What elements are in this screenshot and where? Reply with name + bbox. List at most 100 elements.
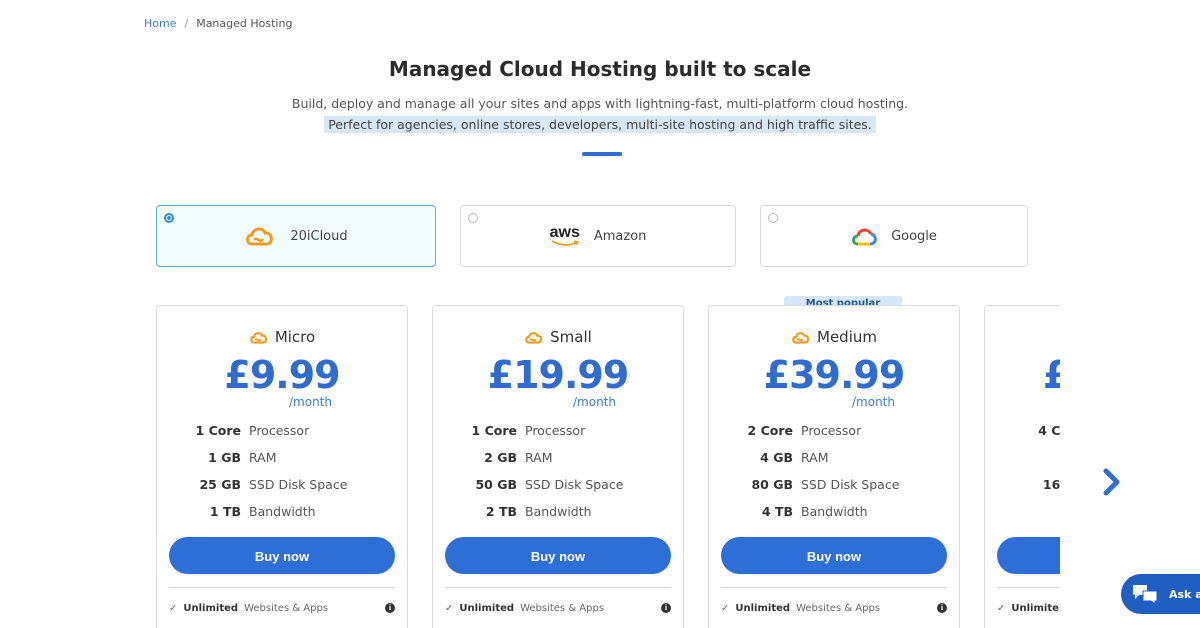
- feature-row: ✓ Unlimite: [997, 603, 1060, 614]
- breadcrumb-current: Managed Hosting: [196, 17, 293, 30]
- provider-radio-google[interactable]: [768, 213, 778, 223]
- spec-row: 4 TB Bandwidth: [709, 504, 959, 519]
- divider: [445, 587, 671, 588]
- spec-row: 1 GB RAM: [157, 450, 407, 465]
- divider: [169, 587, 395, 588]
- spec-value: 4 GB: [760, 450, 793, 465]
- provider-option-20icloud[interactable]: 20iCloud: [156, 205, 436, 267]
- spec-value: 2 TB: [485, 504, 517, 519]
- divider: [997, 587, 1060, 588]
- feature-text: Websites & Apps: [520, 603, 605, 614]
- spec-value: 8: [985, 450, 1060, 465]
- provider-label-20icloud: 20iCloud: [290, 228, 348, 244]
- 20i-cloud-icon: [525, 331, 543, 344]
- plan-price: £: [1043, 353, 1060, 397]
- breadcrumb: Home / Managed Hosting: [144, 17, 292, 30]
- spec-value: 4 TB: [761, 504, 793, 519]
- spec-value: 2 Core: [747, 423, 793, 438]
- plan-name-label: Medium: [817, 328, 877, 346]
- spec-value: 1 Core: [471, 423, 517, 438]
- aws-logo-text: aws: [549, 223, 580, 241]
- plan-name: Micro: [157, 328, 407, 346]
- spec-row: 160: [985, 477, 1060, 492]
- feature-text: Websites & Apps: [244, 603, 329, 614]
- buy-now-button[interactable]: Buy now: [445, 537, 671, 574]
- check-icon: ✓: [997, 603, 1006, 614]
- spec-label: Bandwidth: [525, 504, 592, 519]
- chat-widget-label: Ask a: [1169, 587, 1200, 601]
- spec-value: 50 GB: [475, 477, 517, 492]
- spec-label: SSD Disk Space: [525, 477, 624, 492]
- spec-label: RAM: [525, 450, 553, 465]
- plan-price: £39.99: [763, 353, 906, 397]
- plan-name: Medium: [709, 328, 959, 346]
- plan-card-medium: Medium £39.99 /month 2 Core Processor 4 G…: [708, 305, 960, 628]
- plan-card-large-partial: £ 4 Co 8 160 5 ✓ Unlimite: [984, 305, 1060, 628]
- spec-value: 5: [985, 504, 1060, 519]
- feature-row: ✓ Unlimited Websites & Apps: [169, 603, 395, 614]
- 20i-cloud-icon: [246, 227, 274, 246]
- spec-row: 1 TB Bandwidth: [157, 504, 407, 519]
- provider-option-amazon[interactable]: aws Amazon: [460, 205, 736, 267]
- plan-period: /month: [573, 395, 616, 409]
- check-icon: ✓: [169, 603, 178, 614]
- buy-now-button[interactable]: Buy now: [721, 537, 947, 574]
- carousel-next-arrow-icon[interactable]: [1101, 468, 1123, 496]
- feature-row: ✓ Unlimited Websites & Apps: [445, 603, 671, 614]
- feature-text: Websites & Apps: [796, 603, 881, 614]
- page-subtitle-highlight: Perfect for agencies, online stores, dev…: [324, 116, 876, 133]
- spec-value: 1 GB: [208, 450, 241, 465]
- breadcrumb-home-link[interactable]: Home: [144, 17, 176, 30]
- spec-label: Processor: [525, 423, 586, 438]
- spec-label: SSD Disk Space: [801, 477, 900, 492]
- feature-bold: Unlimited: [183, 603, 239, 614]
- spec-row: 4 GB RAM: [709, 450, 959, 465]
- info-icon[interactable]: i: [385, 603, 395, 613]
- spec-row: 8: [985, 450, 1060, 465]
- plan-price: £9.99: [224, 353, 340, 397]
- buy-now-button[interactable]: [997, 537, 1060, 574]
- 20i-cloud-icon: [249, 331, 267, 344]
- spec-row: 50 GB SSD Disk Space: [433, 477, 683, 492]
- check-icon: ✓: [445, 603, 454, 614]
- plan-price: £19.99: [487, 353, 630, 397]
- page-subtitle-line-2: Perfect for agencies, online stores, dev…: [0, 116, 1200, 133]
- provider-option-google[interactable]: Google: [760, 205, 1028, 267]
- provider-radio-amazon[interactable]: [468, 213, 478, 223]
- chat-widget-button[interactable]: Ask a: [1121, 574, 1200, 614]
- spec-value: 4 Co: [1038, 423, 1060, 438]
- provider-label-amazon: Amazon: [593, 228, 647, 244]
- page-title: Managed Cloud Hosting built to scale: [388, 57, 812, 81]
- feature-bold: Unlimited: [735, 603, 791, 614]
- chat-bubble-icon: [1133, 585, 1158, 605]
- feature-bold: Unlimited: [459, 603, 515, 614]
- spec-label: Bandwidth: [801, 504, 868, 519]
- spec-label: Processor: [249, 423, 310, 438]
- plan-card-micro: Micro £9.99 /month 1 Core Processor 1 GB R…: [156, 305, 408, 628]
- plan-name: Small: [433, 328, 683, 346]
- plan-period: /month: [852, 395, 895, 409]
- aws-smile-icon: [551, 239, 579, 246]
- spec-label: Bandwidth: [249, 504, 316, 519]
- title-underline: [582, 152, 622, 156]
- spec-row: 4 Co: [985, 423, 1060, 438]
- check-icon: ✓: [721, 603, 730, 614]
- plan-name-label: Small: [550, 328, 592, 346]
- page-subtitle-line-1: Build, deploy and manage all your sites …: [291, 96, 909, 111]
- info-icon[interactable]: i: [937, 603, 947, 613]
- spec-value: 80 GB: [751, 477, 793, 492]
- spec-label: SSD Disk Space: [249, 477, 348, 492]
- plan-card-small: Small £19.99 /month 1 Core Processor 2 GB…: [432, 305, 684, 628]
- feature-bold: Unlimite: [1011, 603, 1059, 614]
- plan-name-label: Micro: [274, 328, 316, 346]
- info-icon[interactable]: i: [661, 603, 671, 613]
- 20i-cloud-icon: [792, 331, 810, 344]
- spec-row: 2 GB RAM: [433, 450, 683, 465]
- provider-label-google: Google: [891, 228, 937, 244]
- breadcrumb-separator: /: [184, 17, 189, 30]
- spec-value: 2 GB: [484, 450, 517, 465]
- provider-radio-20icloud[interactable]: [164, 213, 174, 223]
- buy-now-button[interactable]: Buy now: [169, 537, 395, 574]
- google-cloud-icon: [852, 228, 877, 246]
- spec-row: 80 GB SSD Disk Space: [709, 477, 959, 492]
